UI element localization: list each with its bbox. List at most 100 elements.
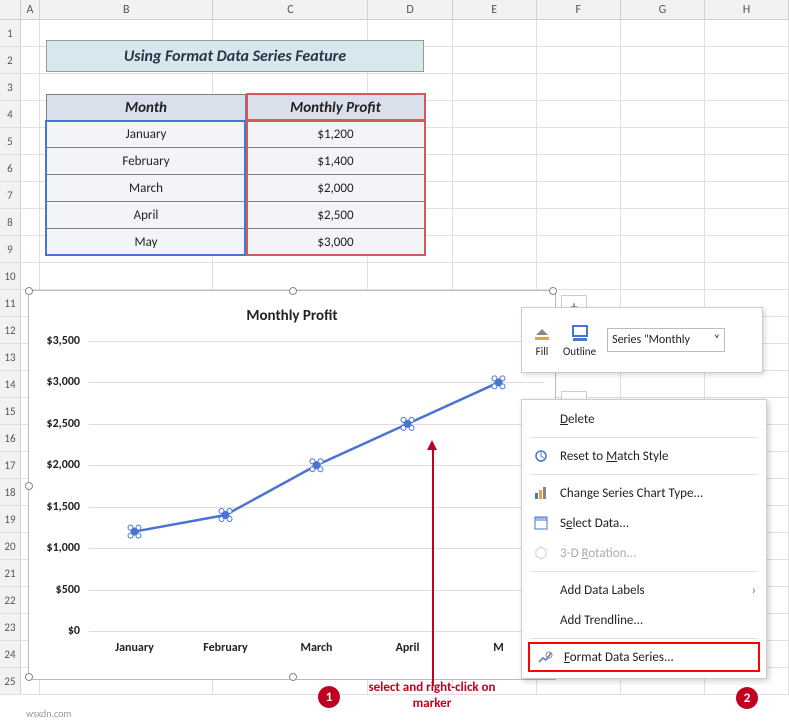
chart-title[interactable]: Monthly Profit: [29, 307, 555, 325]
col-E[interactable]: E: [453, 0, 537, 20]
row-22[interactable]: 22: [0, 587, 21, 613]
row-18[interactable]: 18: [0, 479, 21, 505]
cell[interactable]: [453, 128, 537, 154]
ctx-add-data-labels[interactable]: Add Data Labels ›: [522, 575, 766, 605]
ctx-format-data-series[interactable]: Format Data Series...: [528, 642, 760, 672]
col-B[interactable]: B: [40, 0, 213, 20]
col-C[interactable]: C: [213, 0, 368, 20]
cell[interactable]: [705, 20, 789, 46]
row-7[interactable]: 7: [0, 182, 21, 208]
data-marker[interactable]: [495, 378, 503, 386]
row-2[interactable]: 2: [0, 47, 21, 73]
cell[interactable]: [705, 236, 789, 262]
table-header-month[interactable]: Month: [46, 94, 246, 121]
cell[interactable]: [621, 20, 705, 46]
series-selector[interactable]: Series "Monthly ˅: [607, 328, 725, 352]
cell[interactable]: [705, 263, 789, 289]
cell[interactable]: [705, 101, 789, 127]
cell[interactable]: [621, 209, 705, 235]
cell[interactable]: [21, 101, 40, 127]
row-17[interactable]: 17: [0, 452, 21, 478]
row-8[interactable]: 8: [0, 209, 21, 235]
plot-area[interactable]: [89, 341, 544, 631]
col-G[interactable]: G: [621, 0, 705, 20]
ctx-reset[interactable]: Reset to Match Style: [522, 441, 766, 471]
chart-handle-s[interactable]: [289, 673, 297, 681]
data-marker[interactable]: [222, 511, 230, 519]
cell[interactable]: [537, 263, 621, 289]
cell[interactable]: [705, 74, 789, 100]
x-axis[interactable]: JanuaryFebruaryMarchAprilM: [89, 641, 544, 661]
row-23[interactable]: 23: [0, 614, 21, 640]
data-marker[interactable]: [313, 461, 321, 469]
cell[interactable]: [621, 101, 705, 127]
cell[interactable]: [453, 101, 537, 127]
cell[interactable]: [621, 371, 705, 397]
line-series[interactable]: [89, 341, 544, 631]
chart-handle-sw[interactable]: [25, 673, 33, 681]
cell[interactable]: [453, 182, 537, 208]
cell[interactable]: [21, 155, 40, 181]
cell[interactable]: [21, 20, 40, 46]
table-header-profit[interactable]: Monthly Profit: [246, 94, 425, 121]
cell[interactable]: [537, 182, 621, 208]
cell[interactable]: [621, 263, 705, 289]
cell[interactable]: [537, 101, 621, 127]
cell[interactable]: [453, 47, 537, 73]
row-19[interactable]: 19: [0, 506, 21, 532]
cell[interactable]: [621, 236, 705, 262]
cell[interactable]: [21, 263, 40, 289]
cell[interactable]: [537, 20, 621, 46]
data-marker[interactable]: [404, 420, 412, 428]
row-5[interactable]: 5: [0, 128, 21, 154]
table-cell-month[interactable]: January: [46, 121, 246, 148]
select-all-corner[interactable]: [0, 0, 21, 19]
ctx-add-trendline[interactable]: Add Trendline...: [522, 605, 766, 635]
table-cell-profit[interactable]: $1,200: [246, 121, 425, 148]
table-cell-month[interactable]: April: [46, 202, 246, 229]
cell[interactable]: [537, 209, 621, 235]
table-cell-profit[interactable]: $2,500: [246, 202, 425, 229]
col-A[interactable]: A: [21, 0, 40, 20]
table-cell-profit[interactable]: $1,400: [246, 148, 425, 175]
cell[interactable]: [705, 182, 789, 208]
chart-handle-nw[interactable]: [25, 287, 33, 295]
row-16[interactable]: 16: [0, 425, 21, 451]
cell[interactable]: [453, 20, 537, 46]
cell[interactable]: [40, 263, 213, 289]
cell[interactable]: [621, 74, 705, 100]
y-axis[interactable]: $0$500$1,000$1,500$2,000$2,500$3,000$3,5…: [29, 341, 84, 641]
cell[interactable]: [453, 155, 537, 181]
cell[interactable]: [621, 155, 705, 181]
col-D[interactable]: D: [368, 0, 452, 20]
table-cell-month[interactable]: February: [46, 148, 246, 175]
row-25[interactable]: 25: [0, 668, 21, 694]
fill-button[interactable]: Fill: [528, 320, 556, 360]
cell[interactable]: [453, 236, 537, 262]
ctx-delete[interactable]: Delete: [522, 404, 766, 434]
col-F[interactable]: F: [537, 0, 621, 20]
cell[interactable]: [537, 47, 621, 73]
row-10[interactable]: 10: [0, 263, 21, 289]
cell[interactable]: [621, 47, 705, 73]
cell[interactable]: [621, 182, 705, 208]
row-3[interactable]: 3: [0, 74, 21, 100]
cell[interactable]: [537, 155, 621, 181]
row-11[interactable]: 11: [0, 290, 21, 316]
outline-button[interactable]: Outline: [560, 320, 599, 360]
row-9[interactable]: 9: [0, 236, 21, 262]
row-13[interactable]: 13: [0, 344, 21, 370]
cell[interactable]: [453, 74, 537, 100]
table-cell-month[interactable]: March: [46, 175, 246, 202]
data-marker[interactable]: [131, 528, 139, 536]
row-1[interactable]: 1: [0, 20, 21, 46]
table-cell-profit[interactable]: $3,000: [246, 229, 425, 256]
cell[interactable]: [21, 209, 40, 235]
chart-handle-ne[interactable]: [549, 287, 557, 295]
cell[interactable]: [621, 128, 705, 154]
row-14[interactable]: 14: [0, 371, 21, 397]
row-24[interactable]: 24: [0, 641, 21, 667]
col-H[interactable]: H: [705, 0, 789, 20]
row-4[interactable]: 4: [0, 101, 21, 127]
table-cell-profit[interactable]: $2,000: [246, 175, 425, 202]
